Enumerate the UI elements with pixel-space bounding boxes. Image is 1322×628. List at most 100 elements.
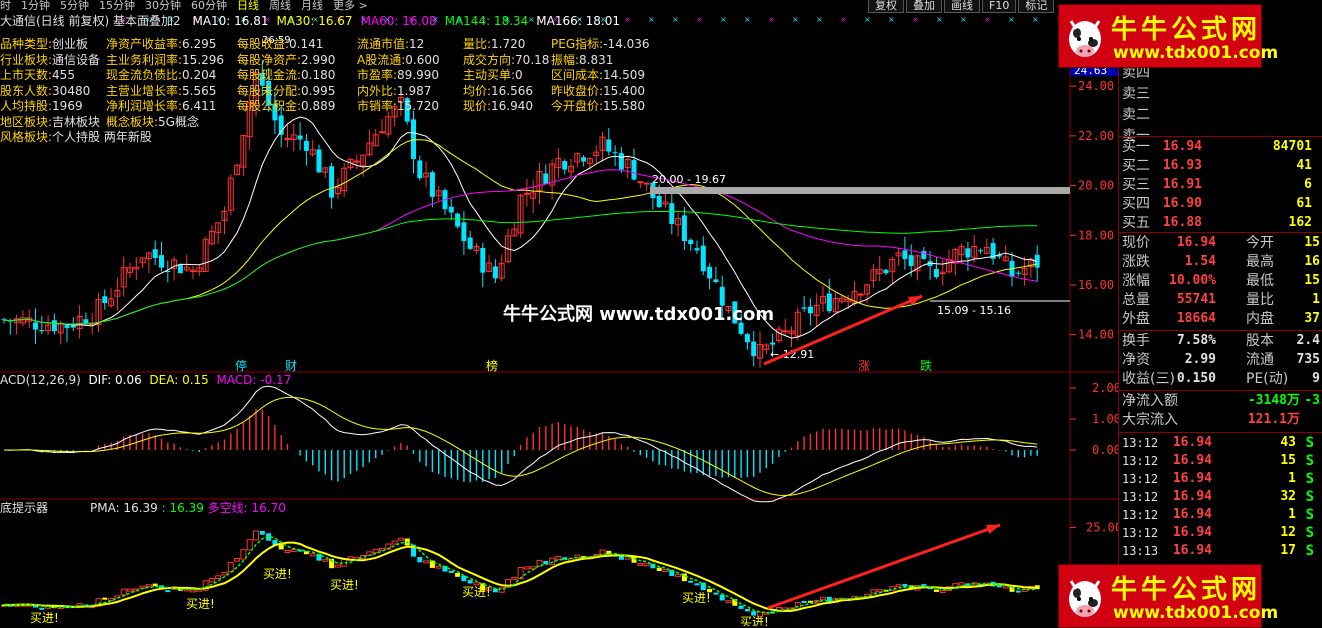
candle-body (177, 264, 183, 274)
candle-body (656, 196, 662, 208)
buy-qty: 61 (1296, 196, 1312, 211)
stat-row: 收益(三) 0.150 PE(动) 9 (1118, 370, 1322, 388)
event-marker: 跌 (920, 358, 932, 373)
candle-body (429, 172, 435, 197)
candle-body (83, 319, 89, 324)
stat-value: 7.58% (1176, 333, 1216, 348)
watermark-text: 牛牛公式网 www.tdx001.com (503, 304, 775, 325)
tick-side: S (1305, 489, 1314, 505)
fundamental-key: 市销率: (357, 99, 398, 113)
fundamental-item: 主动买单:0 (463, 68, 523, 83)
price-tick-label: 14.00 (1078, 328, 1114, 342)
sell-row: 卖二 (1118, 106, 1322, 124)
indicator-bar (637, 562, 644, 566)
period-tab[interactable]: 60分钟 (191, 0, 227, 12)
event-mark-x: × (960, 15, 967, 24)
tick-time: 13:12 (1122, 490, 1159, 504)
macd-dif: DIF: 0.06 (88, 373, 142, 387)
period-tab[interactable]: 时 (0, 0, 11, 12)
stat-key: 现价 (1122, 235, 1150, 251)
ma-value: MA144: 18.34 (444, 14, 529, 28)
indicator-bar (511, 577, 518, 581)
period-tab[interactable]: 周线 (269, 0, 291, 12)
fundamental-key: 上市天数: (0, 68, 53, 82)
stat-key: 收益(三) (1122, 371, 1175, 387)
fundamental-item: 内外比:1.987 (357, 84, 431, 99)
price-tick-label: 16.00 (1078, 278, 1114, 292)
period-tab[interactable]: 更多 > (333, 0, 368, 12)
fundamental-key: 主动买单: (463, 68, 516, 82)
ma-values: MA10: 16.81 MA30: 16.67 MA60: 16.08 MA144: … (184, 14, 620, 28)
fundamental-value: 89.990 (397, 68, 440, 82)
ma-value: MA30: 16.67 (276, 14, 353, 28)
period-tab[interactable]: 5分钟 (60, 0, 89, 12)
fundamental-value: 15.400 (603, 83, 646, 98)
fundamental-value: 创业板 (52, 37, 89, 51)
candle-body (102, 296, 108, 304)
fundamental-value: 吉林板块 (52, 114, 101, 129)
candle-body (543, 173, 549, 184)
fundamental-key: 振幅: (551, 52, 580, 67)
banner-url: www.tdx001.com (1113, 603, 1279, 623)
candle-body (908, 255, 914, 266)
fundamental-key: PEG指标: (551, 37, 604, 51)
fundamental-key: 风格板块: (0, 130, 53, 144)
candle-body (978, 250, 983, 252)
candle-body (455, 213, 461, 227)
indicator-bar (127, 588, 133, 592)
fundamental-key: 行业板块: (0, 52, 53, 67)
period-tab[interactable]: 1分钟 (21, 0, 50, 12)
period-tab[interactable]: 月线 (301, 0, 323, 12)
buy-row: 买一 16.94 84701 (1118, 138, 1322, 156)
candle-body (807, 306, 813, 314)
fundamental-item: 市盈率:89.990 (357, 68, 439, 83)
period-tab[interactable]: 15分钟 (99, 0, 135, 12)
indicator-bar (397, 537, 404, 541)
indicator-bar (939, 589, 946, 593)
candle-body (353, 160, 360, 163)
tick-row: 13:12 16.94 15 S (1118, 452, 1322, 470)
candle-body (770, 342, 776, 345)
event-mark-x: × (888, 15, 895, 24)
tick-qty: 1 (1288, 507, 1296, 522)
fundamental-value: 14.509 (603, 68, 646, 82)
indicator-bar (1015, 590, 1021, 593)
flow-key: 净流入额 (1122, 393, 1178, 409)
period-tab[interactable]: 日线 (237, 0, 259, 12)
indicator-bar (284, 549, 291, 553)
stat-key: 内盘 (1246, 311, 1274, 327)
price-tick-label: 24.00 (1078, 79, 1114, 93)
tick-row: 13:12 16.94 43 S (1118, 434, 1322, 452)
candle-body (581, 157, 587, 162)
indicator-bar (246, 539, 253, 551)
bottom-indicator-header: 底提示器 PMA: 16.39 : 16.39 多空线: 16.70 (0, 501, 286, 516)
stat-value: 2.4 (1296, 333, 1320, 348)
fundamental-item: 行业板块:通信设备 (0, 53, 100, 68)
fundamental-item: 成交方向:70.18 (463, 53, 549, 68)
long-short-line (3, 541, 1038, 613)
indicator-bar (675, 573, 682, 577)
fundamental-key: 地区板块: (0, 114, 53, 129)
tick-price: 16.94 (1172, 525, 1212, 540)
candle-body (883, 269, 889, 274)
indicator-bar (662, 569, 669, 573)
fundamental-key: 区间成本: (551, 68, 604, 82)
tick-side: S (1305, 471, 1314, 487)
fundamental-key: 主业务利润率: (106, 52, 183, 67)
fundamental-key: 每股公积金: (237, 99, 302, 113)
indicator-bar (259, 530, 265, 535)
resistance-band (650, 187, 1070, 194)
stat-row: 外盘 18664 内盘 37 (1118, 310, 1322, 328)
fundamental-value: 通信设备 (52, 52, 101, 67)
indicator-bar (290, 548, 297, 552)
divider (1118, 432, 1322, 433)
tick-qty: 43 (1280, 435, 1296, 450)
stat-value: 0.150 (1176, 371, 1216, 386)
flow-value: -3148万 (1247, 393, 1300, 408)
fundamental-key: 每股收益: (237, 37, 290, 51)
tick-row: 13:12 16.94 32 S (1118, 488, 1322, 506)
period-tab[interactable]: 30分钟 (145, 0, 181, 12)
buy-price: 16.90 (1162, 196, 1202, 211)
fundamental-key: 人均持股: (0, 99, 53, 113)
stat-key: 净资 (1122, 352, 1150, 368)
